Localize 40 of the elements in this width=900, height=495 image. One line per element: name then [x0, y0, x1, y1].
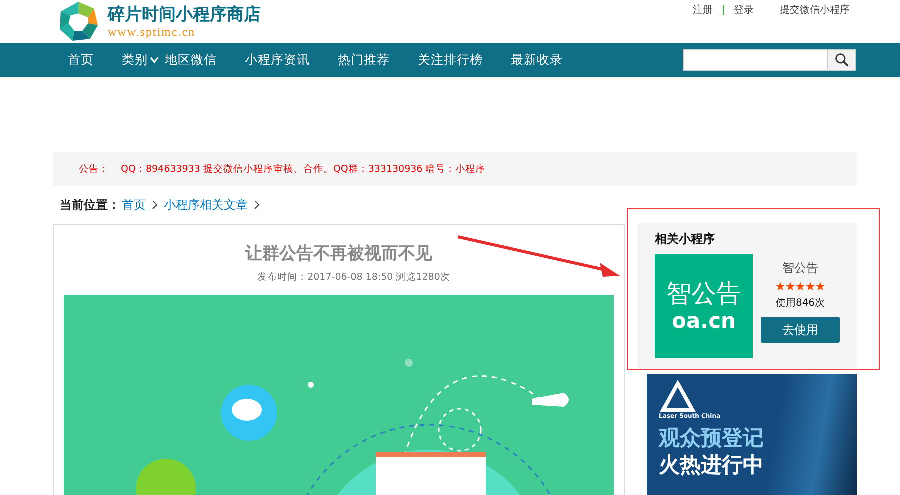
header-link[interactable]: 登录: [734, 3, 754, 17]
nav-link[interactable]: 类别: [122, 52, 159, 68]
star-icon: [776, 282, 785, 291]
breadcrumb-link[interactable]: 小程序相关文章: [164, 196, 248, 214]
usage-count: 使用846次: [776, 297, 826, 310]
star-icon: [806, 282, 815, 291]
search-button[interactable]: [828, 49, 856, 71]
site-name: 碎片时间小程序商店: [108, 5, 261, 25]
chevron-icon: [152, 200, 158, 210]
article-title: 让群公告不再被视而不见: [246, 243, 432, 265]
star-icon: [796, 282, 805, 291]
article-meta: 发布时间：2017-06-08 18:50 浏览1280次: [256, 271, 450, 284]
nav-link[interactable]: 热门推荐: [338, 52, 390, 68]
site-url: www.sptimc.cn: [108, 25, 197, 39]
header-link[interactable]: 提交微信小程序: [780, 3, 850, 17]
header-link[interactable]: 注册: [693, 3, 713, 17]
notice-text: QQ：894633933 提交微信小程序审核、合作。QQ群：333130936 暗号：小程序: [121, 162, 486, 176]
nav-link[interactable]: 首页: [68, 52, 94, 68]
nav-link[interactable]: 最新收录: [511, 52, 563, 68]
banner-headline: 观众预登记: [659, 425, 765, 452]
app-icon-text: 智公告: [666, 279, 742, 309]
search-field[interactable]: [683, 49, 828, 71]
panel-title: 相关小程序: [655, 231, 716, 248]
star-icon: [816, 282, 825, 291]
breadcrumb-label: 当前位置：: [60, 196, 120, 214]
app-icon-domain: oa.cn: [672, 309, 736, 333]
triangle-logo-icon: [659, 379, 697, 413]
star-icon: [786, 282, 795, 291]
search-icon: [834, 53, 848, 67]
nav-link[interactable]: 关注排行榜: [418, 52, 483, 68]
chevron-icon: [254, 200, 260, 210]
caret-icon: [150, 56, 159, 64]
banner-headline: 火热进行中: [659, 452, 765, 478]
app-name: 智公告: [782, 260, 818, 277]
logo-icon: [57, 0, 100, 43]
use-button[interactable]: 去使用: [761, 317, 840, 343]
nav-link[interactable]: 地区微信: [165, 52, 217, 68]
notice-label: 公告：: [79, 162, 109, 176]
nav-link[interactable]: 小程序资讯: [245, 52, 310, 68]
breadcrumb-link[interactable]: 首页: [122, 196, 146, 214]
